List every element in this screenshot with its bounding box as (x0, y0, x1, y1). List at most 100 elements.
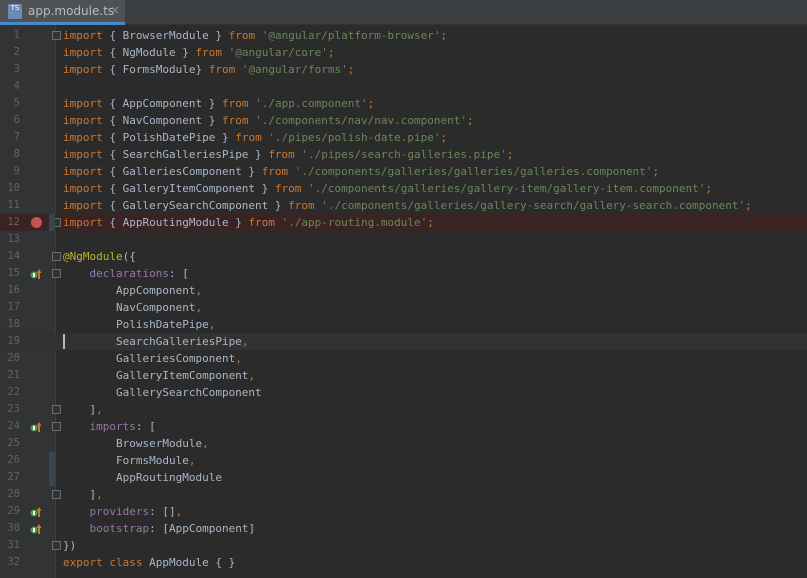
code-line[interactable]: 31}) (0, 537, 807, 554)
code-token: '@angular/core' (221, 46, 328, 59)
code-line[interactable]: 17 NavComponent, (0, 299, 807, 316)
code-token: '@angular/forms' (235, 63, 348, 76)
line-number: 7 (13, 131, 20, 143)
code-line[interactable]: 28 ], (0, 486, 807, 503)
code-line[interactable]: 5 import { AppComponent } from './app.com… (0, 95, 807, 112)
vcs-change-marker[interactable] (49, 452, 55, 486)
fold-marker-icon[interactable] (52, 252, 61, 261)
line-number: 8 (13, 148, 20, 160)
code-token: AppRoutingModule (63, 471, 222, 484)
code-line[interactable]: 21 GalleryItemComponent, (0, 367, 807, 384)
code-token: ] (63, 403, 97, 416)
code-line[interactable]: 30 bootstrap: [AppComponent] (0, 520, 807, 537)
code-line[interactable]: 27 AppRoutingModule (0, 469, 807, 486)
line-number: 26 (7, 454, 20, 466)
code-line[interactable]: 18 PolishDatePipe, (0, 316, 807, 333)
code-line[interactable]: 26 FormsModule, (0, 452, 807, 469)
line-number: 24 (7, 420, 20, 432)
code-text: ], (63, 401, 102, 418)
code-token: { GallerySearchComponent } (109, 199, 289, 212)
code-line[interactable]: 16 AppComponent, (0, 282, 807, 299)
code-line[interactable]: 23 ], (0, 401, 807, 418)
code-token: { GalleriesComponent } (109, 165, 262, 178)
line-number: 18 (7, 318, 20, 330)
code-editor[interactable]: 1 import { BrowserModule } from '@angular… (0, 25, 807, 578)
code-token: import (63, 182, 110, 195)
code-line[interactable]: 32 export class AppModule { } (0, 554, 807, 571)
code-token: './components/galleries/gallery-search/g… (314, 199, 746, 212)
code-token: '@angular/platform-browser' (255, 29, 441, 42)
code-line[interactable]: 24 imports: [ (0, 418, 807, 435)
code-text: declarations: [ (63, 265, 189, 282)
code-token: ] (63, 488, 97, 501)
code-line[interactable]: 3 import { FormsModule} from '@angular/fo… (0, 61, 807, 78)
code-token: , (188, 454, 196, 467)
code-token: import (63, 216, 110, 229)
code-token: bootstrap (89, 522, 150, 535)
code-line[interactable]: 20 GalleriesComponent, (0, 350, 807, 367)
tab-app-module[interactable]: TS app.module.ts × (0, 0, 125, 25)
implementation-marker-icon[interactable] (30, 421, 42, 433)
fold-marker-icon[interactable] (52, 31, 61, 40)
code-token: export class (63, 556, 150, 569)
code-token: './components/galleries/gallery-item/gal… (301, 182, 706, 195)
fold-marker-icon[interactable] (52, 490, 61, 499)
code-line[interactable]: 25 BrowserModule, (0, 435, 807, 452)
code-token: from (195, 46, 222, 59)
code-line[interactable]: 14 @NgModule({ (0, 248, 807, 265)
code-token: GallerySearchComponent (63, 386, 262, 399)
code-token: { FormsModule} (109, 63, 209, 76)
code-line[interactable]: 11 import { GallerySearchComponent } from… (0, 197, 807, 214)
code-token: declarations (89, 267, 169, 280)
breakpoint-icon[interactable] (31, 217, 42, 228)
line-number: 17 (7, 301, 20, 313)
line-number: 27 (7, 471, 20, 483)
code-line[interactable]: 15 declarations: [ (0, 265, 807, 282)
code-text: BrowserModule, (63, 435, 209, 452)
implementation-marker-icon[interactable] (30, 506, 42, 518)
code-text: import { NavComponent } from './componen… (63, 112, 474, 129)
code-token: from (235, 131, 262, 144)
code-token: './components/galleries/galleries/galler… (288, 165, 653, 178)
implementation-marker-icon[interactable] (30, 268, 42, 280)
code-token: GalleriesComponent (63, 352, 236, 365)
code-token: ({ (122, 250, 136, 263)
code-line[interactable]: 4 (0, 78, 807, 95)
line-number: 2 (13, 46, 20, 58)
code-line[interactable]: 9 import { GalleriesComponent } from './c… (0, 163, 807, 180)
code-line[interactable]: 7 import { PolishDatePipe } from './pipes… (0, 129, 807, 146)
code-line[interactable]: 29 providers: [], (0, 503, 807, 520)
code-token: from (208, 63, 236, 76)
code-token: ; (652, 165, 660, 178)
line-number: 23 (7, 403, 20, 415)
code-token: NavComponent (63, 301, 196, 314)
code-line[interactable]: 22 GallerySearchComponent (0, 384, 807, 401)
fold-marker-icon[interactable] (52, 269, 61, 278)
code-text: import { GalleryItemComponent } from './… (63, 180, 712, 197)
code-line[interactable]: 2 import { NgModule } from '@angular/core… (0, 44, 807, 61)
code-line[interactable]: 12 import { AppRoutingModule } from './ap… (0, 214, 807, 231)
code-line[interactable]: 8 import { SearchGalleriesPipe } from './… (0, 146, 807, 163)
code-line[interactable]: 10 import { GalleryItemComponent } from '… (0, 180, 807, 197)
code-text: bootstrap: [AppComponent] (63, 520, 256, 537)
code-text: import { GallerySearchComponent } from '… (63, 197, 752, 214)
implementation-marker-icon[interactable] (30, 523, 42, 535)
fold-marker-icon[interactable] (52, 405, 61, 414)
code-token: , (175, 505, 183, 518)
code-text: }) (63, 537, 76, 554)
code-line[interactable]: 1 import { BrowserModule } from '@angular… (0, 27, 807, 44)
vcs-change-marker[interactable] (49, 214, 55, 231)
code-token: SearchGalleriesPipe (63, 335, 242, 348)
code-text: AppRoutingModule (63, 469, 222, 486)
code-line[interactable]: 13 (0, 231, 807, 248)
code-text: ], (63, 486, 102, 503)
fold-marker-icon[interactable] (52, 541, 61, 550)
fold-marker-icon[interactable] (52, 422, 61, 431)
code-text: SearchGalleriesPipe, (63, 333, 248, 350)
code-line[interactable]: 6 import { NavComponent } from './compone… (0, 112, 807, 129)
line-number: 21 (7, 369, 20, 381)
code-line[interactable]: 19 SearchGalleriesPipe, (0, 333, 807, 350)
line-number: 25 (7, 437, 20, 449)
close-tab-icon[interactable]: × (110, 3, 120, 17)
